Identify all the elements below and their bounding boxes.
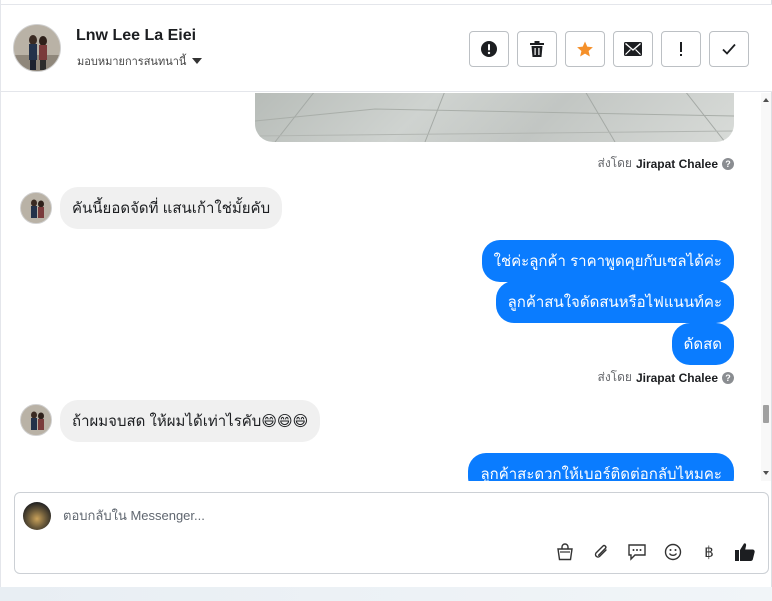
caret-down-icon bbox=[192, 58, 203, 64]
mail-button[interactable] bbox=[613, 31, 653, 67]
exclamation-icon bbox=[680, 42, 682, 56]
assign-label: มอบหมายการสนทนานี้ bbox=[77, 56, 187, 68]
contact-avatar[interactable] bbox=[13, 24, 61, 72]
page-bottom-background bbox=[0, 587, 772, 601]
baht-icon: ฿ bbox=[704, 544, 714, 561]
header-actions bbox=[469, 31, 749, 67]
help-icon[interactable]: ? bbox=[722, 371, 734, 384]
star-button[interactable] bbox=[565, 31, 605, 67]
composer-tools: ฿ bbox=[554, 541, 756, 563]
reply-composer: ฿ bbox=[14, 492, 769, 574]
envelope-icon bbox=[624, 42, 642, 56]
contact-avatar-small[interactable] bbox=[20, 192, 52, 224]
help-icon[interactable]: ? bbox=[722, 157, 734, 170]
payment-button[interactable]: ฿ bbox=[698, 541, 720, 563]
conversation-panel: Lnw Lee La Eiei มอบหมายการสนทนานี้ ส่งโด… bbox=[0, 0, 772, 587]
quick-reply-button[interactable] bbox=[626, 541, 648, 563]
attach-button[interactable] bbox=[590, 541, 612, 563]
emoji-button[interactable] bbox=[662, 541, 684, 563]
thread-scrollbar[interactable] bbox=[761, 93, 771, 481]
like-button[interactable] bbox=[734, 541, 756, 563]
reply-input[interactable] bbox=[63, 508, 663, 523]
page-avatar bbox=[23, 502, 51, 530]
saved-replies-button[interactable] bbox=[554, 541, 576, 563]
sent-by-prefix: ส่งโดย bbox=[597, 156, 632, 170]
checkmark-icon bbox=[722, 43, 736, 55]
conversation-header: Lnw Lee La Eiei มอบหมายการสนทนานี้ bbox=[1, 4, 772, 92]
spam-button[interactable] bbox=[661, 31, 701, 67]
sent-by-agent: Jirapat Chalee bbox=[635, 156, 718, 171]
outgoing-message: ลูกค้าสนใจดัดสนหรือไฟแนนท์คะ bbox=[495, 281, 734, 323]
incoming-message: ถ้าผมจบสด ให้ผมได้เท่าไรคับ😄😄😄 bbox=[60, 400, 321, 442]
smiley-icon bbox=[664, 543, 682, 561]
sent-by-label: ส่งโดย Jirapat Chalee ? bbox=[597, 368, 734, 387]
contact-name: Lnw Lee La Eiei bbox=[76, 27, 197, 44]
contact-avatar-small[interactable] bbox=[20, 404, 52, 436]
scrollbar-thumb[interactable] bbox=[763, 405, 769, 423]
incoming-message: คันนี้ยอดจัดที่ แสนเก้าใช่มั้ยคับ bbox=[60, 187, 283, 229]
scroll-down-arrow-icon[interactable] bbox=[763, 471, 769, 475]
sent-by-label: ส่งโดย Jirapat Chalee ? bbox=[597, 154, 734, 173]
star-icon bbox=[577, 41, 593, 57]
mark-done-button[interactable] bbox=[709, 31, 749, 67]
outgoing-message: ลูกค้าสะดวกให้เบอร์ติดต่อกลับไหมคะ bbox=[468, 453, 734, 481]
alert-icon bbox=[481, 41, 497, 57]
speech-bubble-icon bbox=[628, 544, 646, 561]
sent-by-agent: Jirapat Chalee bbox=[635, 370, 718, 385]
alert-button[interactable] bbox=[469, 31, 509, 67]
message-thread[interactable]: ส่งโดย Jirapat Chalee ? คันนี้ยอดจัดที่ … bbox=[1, 93, 763, 481]
assign-conversation-dropdown[interactable]: มอบหมายการสนทนานี้ bbox=[77, 52, 203, 70]
sent-by-prefix: ส่งโดย bbox=[597, 370, 632, 384]
trash-icon bbox=[530, 41, 544, 57]
outgoing-message: ใช่ค่ะลูกค้า ราคาพูดคุยกับเซลได้ค่ะ bbox=[481, 240, 734, 282]
delete-button[interactable] bbox=[517, 31, 557, 67]
scroll-up-arrow-icon[interactable] bbox=[763, 98, 769, 102]
paperclip-icon bbox=[594, 544, 607, 558]
thumbs-up-icon bbox=[735, 543, 755, 561]
bag-icon bbox=[557, 543, 573, 561]
outgoing-message: ดัดสด bbox=[671, 323, 734, 365]
shared-photo[interactable] bbox=[255, 93, 734, 142]
